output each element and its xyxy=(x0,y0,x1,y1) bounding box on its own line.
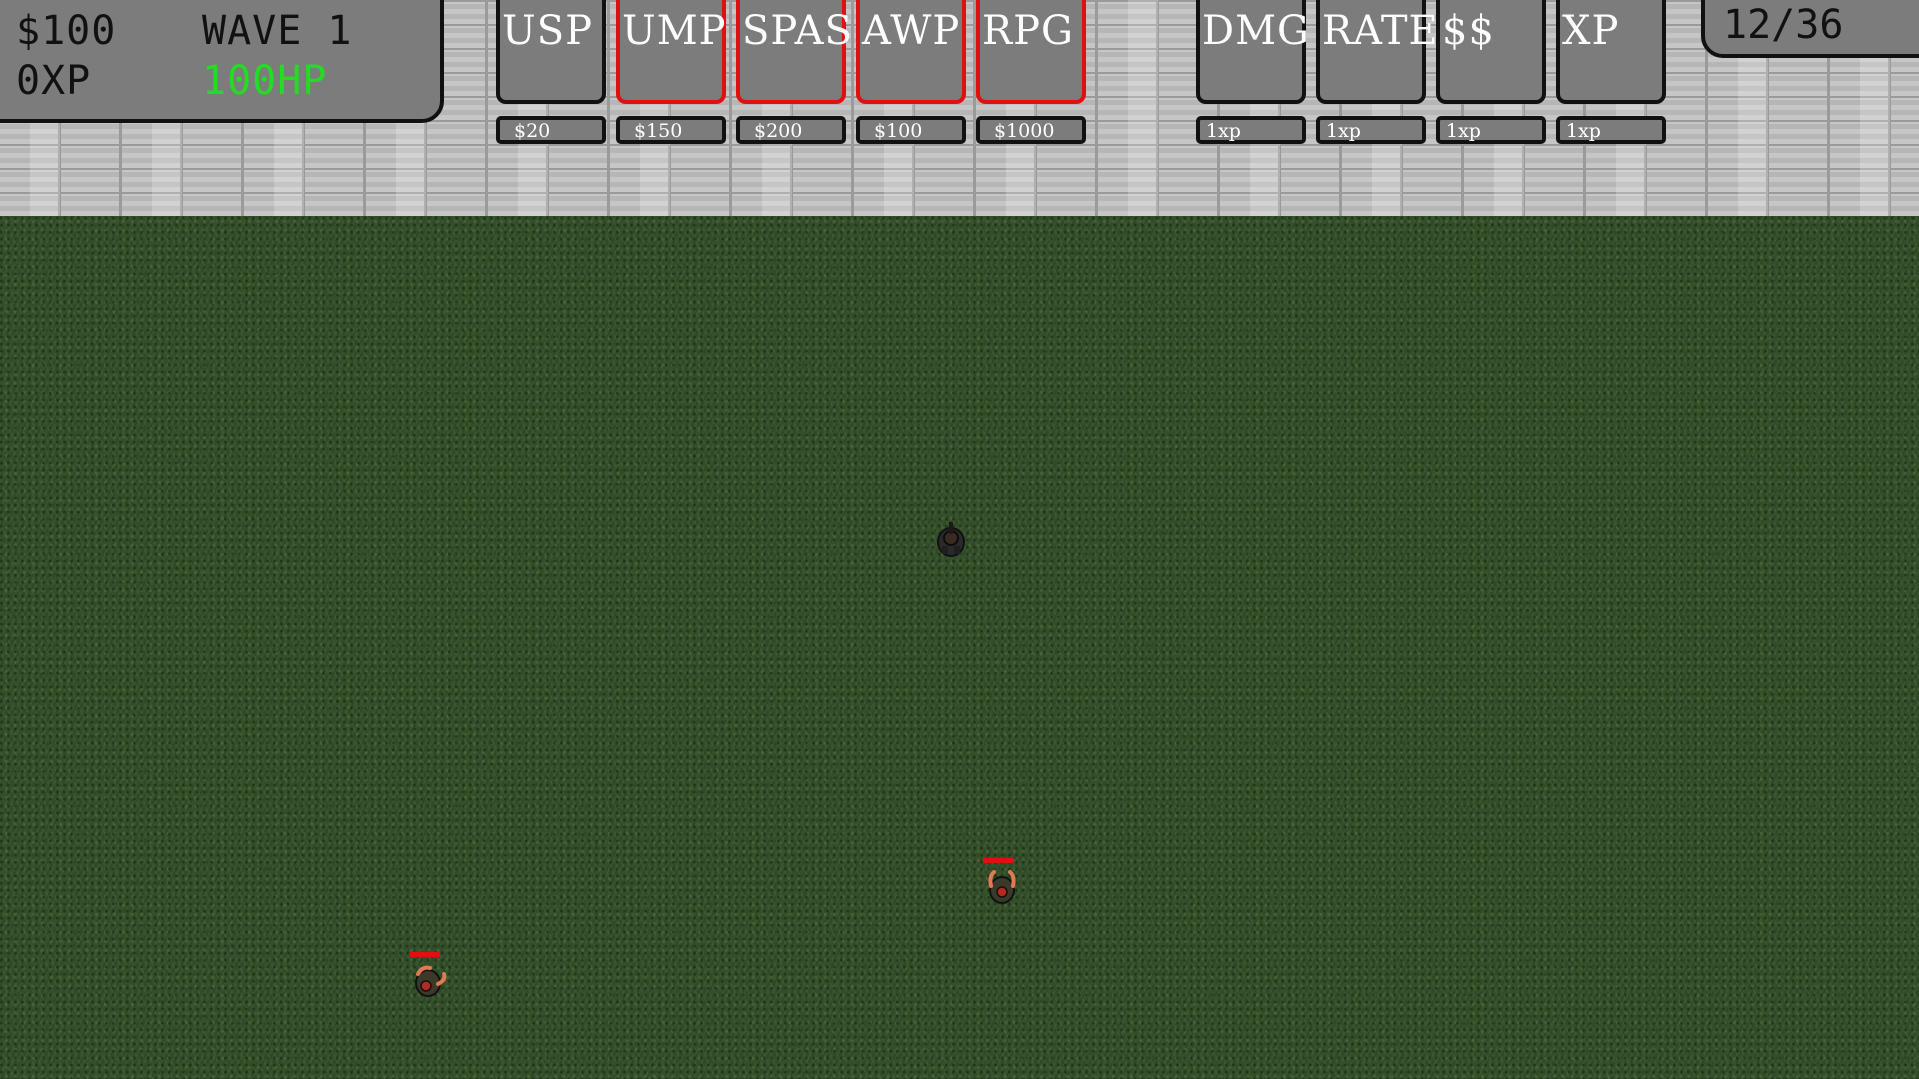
weapon-price-ump[interactable]: $150 xyxy=(616,116,726,144)
weapon-slot-ump[interactable]: UMP xyxy=(616,0,726,104)
upgrade-cost-damage[interactable]: 1xp xyxy=(1196,116,1306,144)
ammo-counter-panel: 12/36 xyxy=(1701,0,1919,58)
weapon-price-usp[interactable]: $20 xyxy=(496,116,606,144)
weapon-label: USP xyxy=(502,8,594,54)
weapon-price-rpg[interactable]: $1000 xyxy=(976,116,1086,144)
price-label: $150 xyxy=(634,120,683,142)
ammo-counter: 12/36 xyxy=(1723,2,1844,48)
weapon-label: SPAS xyxy=(742,8,853,54)
wave-display: WAVE 1 xyxy=(202,8,353,54)
player-soldier-icon xyxy=(937,522,965,557)
weapon-slot-usp[interactable]: USP xyxy=(496,0,606,104)
stats-panel: $100 WAVE 1 0XP 100HP xyxy=(0,0,444,123)
upgrade-slot-money[interactable]: $$ xyxy=(1436,0,1546,104)
upgrade-cost-money[interactable]: 1xp xyxy=(1436,116,1546,144)
cost-label: 1xp xyxy=(1206,120,1241,142)
upgrade-slot-rate[interactable]: RATE xyxy=(1316,0,1438,104)
upgrade-label: DMG xyxy=(1202,8,1310,54)
upgrade-cost-xp[interactable]: 1xp xyxy=(1556,116,1666,144)
money-display: $100 xyxy=(16,8,117,54)
zombie-icon xyxy=(415,965,447,997)
price-label: $1000 xyxy=(994,120,1055,142)
xp-display: 0XP xyxy=(16,58,92,104)
weapon-label: AWP xyxy=(862,8,961,54)
upgrade-label: XP xyxy=(1562,8,1620,54)
hp-display: 100HP xyxy=(202,58,328,104)
upgrade-slot-damage[interactable]: DMG xyxy=(1196,0,1309,104)
weapon-slot-rpg[interactable]: RPG xyxy=(976,0,1086,104)
weapon-slot-spas[interactable]: SPAS xyxy=(736,0,852,104)
weapon-slot-awp[interactable]: AWP xyxy=(856,0,966,104)
price-label: $200 xyxy=(754,120,803,142)
enemy-health-bar xyxy=(983,858,1013,863)
price-label: $100 xyxy=(874,120,923,142)
cost-label: 1xp xyxy=(1446,120,1481,142)
cost-label: 1xp xyxy=(1566,120,1601,142)
upgrade-slot-xp[interactable]: XP xyxy=(1556,0,1666,104)
upgrade-label: RATE xyxy=(1322,8,1439,54)
weapon-label: UMP xyxy=(622,8,727,54)
weapon-price-awp[interactable]: $100 xyxy=(856,116,966,144)
upgrade-cost-rate[interactable]: 1xp xyxy=(1316,116,1426,144)
weapon-label: RPG xyxy=(982,8,1074,54)
zombie-icon xyxy=(988,870,1016,904)
cost-label: 1xp xyxy=(1326,120,1361,142)
enemy-health-bar xyxy=(410,952,440,957)
grass-battlefield xyxy=(0,216,1919,1079)
upgrade-label: $$ xyxy=(1442,8,1495,54)
weapon-price-spas[interactable]: $200 xyxy=(736,116,846,144)
price-label: $20 xyxy=(514,120,551,142)
